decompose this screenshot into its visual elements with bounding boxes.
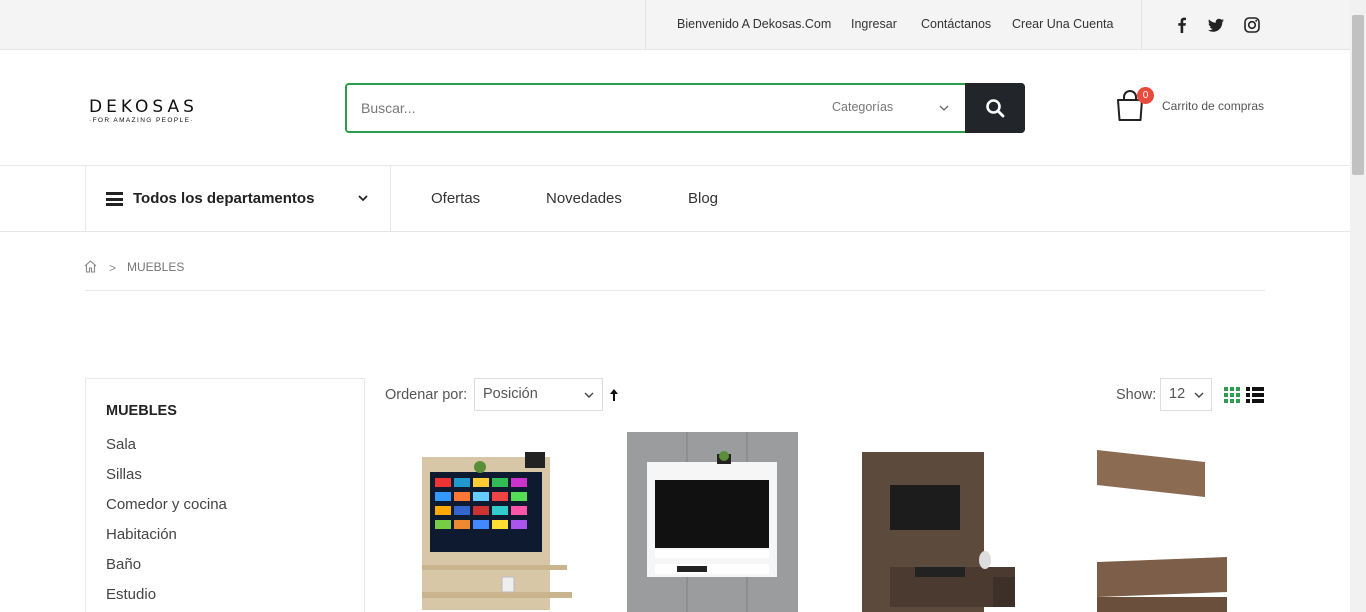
top-bar-divider (645, 0, 646, 50)
cart-button[interactable]: 0 (1115, 87, 1154, 126)
page-scrollbar[interactable] (1350, 0, 1366, 612)
sort-select[interactable]: Posición (474, 378, 603, 411)
site-logo[interactable]: DEKOSAS ·FOR AMAZING PEOPLE· (89, 98, 204, 124)
search-bar: Categorías (345, 83, 1025, 133)
login-link[interactable]: Ingresar (851, 17, 897, 31)
sidebar-title[interactable]: MUEBLES (106, 403, 177, 419)
chevron-down-icon (1194, 392, 1204, 398)
sidebar-item-comedor[interactable]: Comedor y cocina (106, 496, 227, 513)
logo-tagline: ·FOR AMAZING PEOPLE· (89, 117, 194, 124)
product-image-tv-panel-oak[interactable] (410, 432, 581, 612)
sort-select-value: Posición (483, 386, 538, 402)
twitter-icon[interactable] (1207, 16, 1225, 34)
welcome-text: Bienvenido A Dekosas.Com (677, 17, 832, 31)
category-select[interactable]: Categorías (832, 100, 893, 114)
contact-link[interactable]: Contáctanos (921, 17, 991, 31)
nav-link-ofertas[interactable]: Ofertas (431, 190, 480, 207)
top-bar: Bienvenido A Dekosas.Com Ingresar Contác… (0, 0, 1350, 50)
sidebar-item-habitacion[interactable]: Habitación (106, 526, 177, 543)
sidebar-item-bano[interactable]: Baño (106, 556, 141, 573)
breadcrumb-divider (85, 290, 1265, 291)
show-select-value: 12 (1169, 386, 1186, 402)
sort-label: Ordenar por: (385, 387, 468, 403)
chevron-down-icon (584, 392, 594, 398)
category-sidebar: MUEBLES Sala Sillas Comedor y cocina Hab… (85, 378, 365, 612)
search-icon (986, 99, 1005, 118)
create-account-link[interactable]: Crear Una Cuenta (1012, 17, 1113, 31)
instagram-icon[interactable] (1243, 16, 1261, 34)
search-button[interactable] (965, 83, 1025, 133)
nav-link-blog[interactable]: Blog (688, 190, 718, 207)
scrollbar-thumb[interactable] (1352, 15, 1364, 175)
top-bar-divider (1141, 0, 1142, 50)
sort-direction-icon[interactable] (608, 388, 620, 402)
menu-icon (106, 192, 123, 206)
logo-name: DEKOSAS (89, 97, 198, 117)
home-icon[interactable] (83, 259, 98, 274)
show-label: Show: (1116, 387, 1157, 403)
product-image-floating-shelf-set[interactable] (1077, 432, 1248, 612)
chevron-down-icon (358, 195, 368, 202)
departments-label: Todos los departamentos (133, 190, 315, 207)
sidebar-item-sillas[interactable]: Sillas (106, 466, 142, 483)
facebook-icon[interactable] (1173, 16, 1191, 34)
sidebar-item-estudio[interactable]: Estudio (106, 586, 156, 603)
sidebar-item-sala[interactable]: Sala (106, 436, 136, 453)
cart-count-badge: 0 (1137, 87, 1154, 104)
list-view-icon[interactable] (1246, 387, 1264, 403)
search-input[interactable] (361, 96, 781, 120)
chevron-down-icon[interactable] (937, 101, 951, 115)
nav-link-novedades[interactable]: Novedades (546, 190, 622, 207)
cart-label[interactable]: Carrito de compras (1162, 99, 1264, 113)
breadcrumb-separator: > (109, 261, 117, 275)
grid-view-icon[interactable] (1224, 387, 1240, 403)
breadcrumb-current: MUEBLES (127, 260, 185, 274)
product-image-tv-panel-walnut[interactable] (845, 432, 1016, 612)
product-image-tv-panel-white[interactable] (627, 432, 798, 612)
main-nav: Todos los departamentos Ofertas Novedade… (0, 165, 1350, 232)
show-select[interactable]: 12 (1160, 378, 1212, 411)
departments-menu[interactable]: Todos los departamentos (85, 166, 391, 232)
